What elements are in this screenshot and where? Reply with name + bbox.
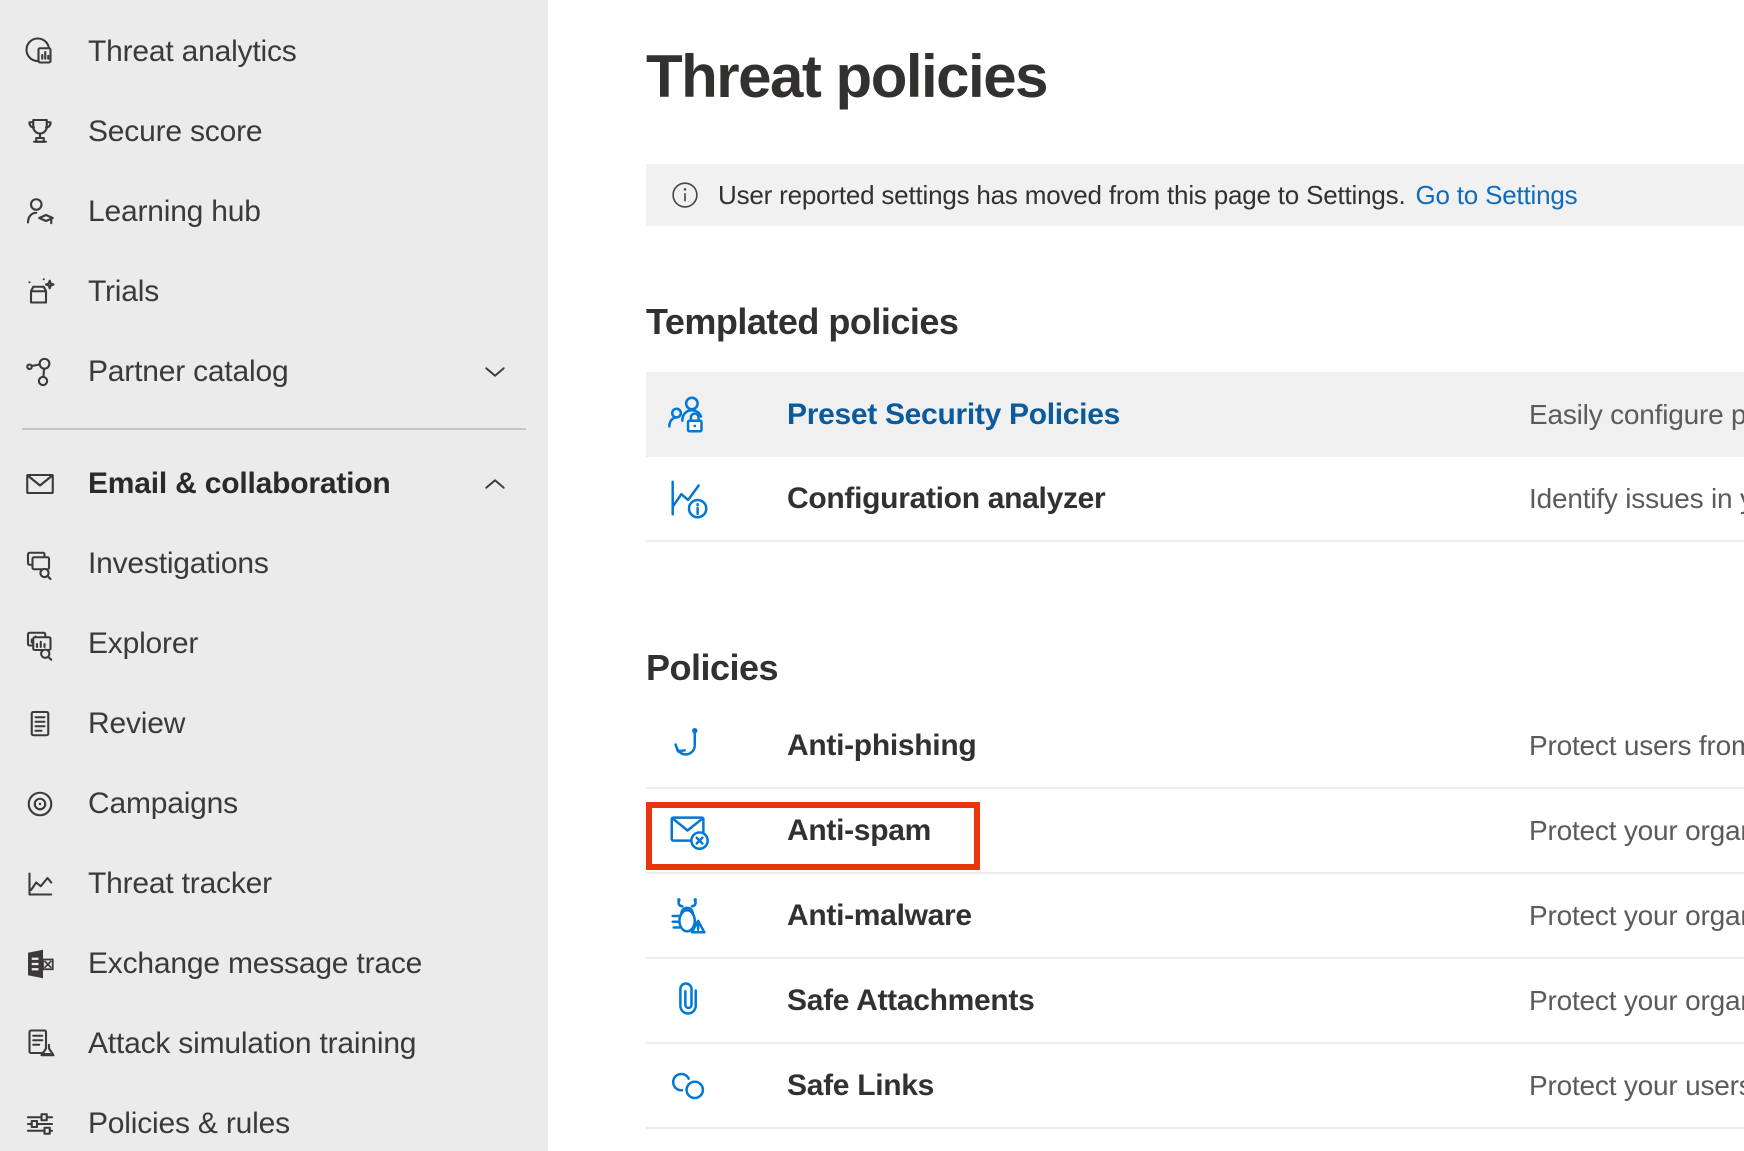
sidebar-item-label: Threat tracker [88, 867, 272, 901]
chevron-down-icon [480, 357, 510, 387]
sidebar-item-label: Threat analytics [88, 35, 297, 69]
sidebar-item-secure-score[interactable]: Secure score [0, 92, 548, 172]
info-banner-text: User reported settings has moved from th… [718, 180, 1405, 211]
sidebar-item-trials[interactable]: Trials [0, 252, 548, 332]
go-to-settings-link[interactable]: Go to Settings [1415, 180, 1577, 211]
investigations-icon [22, 546, 58, 582]
chevron-up-icon [480, 469, 510, 499]
exchange-message-trace-icon [22, 946, 58, 982]
policy-row-label: Safe Links [787, 1069, 934, 1103]
policy-row-label: Anti-spam [787, 814, 931, 848]
learning-hub-icon [22, 194, 58, 230]
trials-icon [22, 274, 58, 310]
explorer-icon [22, 626, 58, 662]
info-banner: User reported settings has moved from th… [646, 164, 1744, 226]
sidebar-item-label: Email & collaboration [88, 467, 391, 501]
sidebar-item-threat-analytics[interactable]: Threat analytics [0, 12, 548, 92]
sidebar-item-label: Policies & rules [88, 1107, 290, 1141]
sidebar-item-policies-rules[interactable]: Policies & rules [0, 1084, 548, 1151]
policy-row-description: Protect your organiz [1529, 985, 1744, 1017]
threat-analytics-icon [22, 34, 58, 70]
sidebar-item-learning-hub[interactable]: Learning hub [0, 172, 548, 252]
policy-row-anti-malware[interactable]: Anti-malware Protect your organiz [646, 874, 1744, 959]
info-icon [670, 180, 700, 210]
safe-links-icon [666, 1063, 712, 1109]
sidebar-item-email-collaboration[interactable]: Email & collaboration [0, 444, 548, 524]
anti-malware-icon [666, 893, 712, 939]
sidebar-item-label: Trials [88, 275, 159, 309]
sidebar: Threat analytics Secure score Learning hub… [0, 0, 548, 1151]
sidebar-item-label: Learning hub [88, 195, 261, 229]
sidebar-item-threat-tracker[interactable]: Threat tracker [0, 844, 548, 924]
policy-row-preset-security-policies[interactable]: Preset Security Policies Easily configure… [646, 372, 1744, 457]
sidebar-item-label: Attack simulation training [88, 1027, 416, 1061]
sidebar-item-label: Explorer [88, 627, 198, 661]
sidebar-item-attack-simulation-training[interactable]: Attack simulation training [0, 1004, 548, 1084]
sidebar-item-label: Campaigns [88, 787, 238, 821]
sidebar-divider [22, 428, 526, 430]
policy-row-description: Protect your users fr [1529, 1070, 1744, 1102]
sidebar-item-label: Review [88, 707, 185, 741]
sidebar-item-campaigns[interactable]: Campaigns [0, 764, 548, 844]
section-rows: Preset Security Policies Easily configure… [646, 372, 1744, 542]
sidebar-item-label: Exchange message trace [88, 947, 422, 981]
sidebar-item-investigations[interactable]: Investigations [0, 524, 548, 604]
anti-spam-icon [666, 808, 712, 854]
sidebar-item-exchange-message-trace[interactable]: Exchange message trace [0, 924, 548, 1004]
partner-catalog-icon [22, 354, 58, 390]
safe-attachments-icon [666, 978, 712, 1024]
section-heading: Templated policies [646, 300, 1744, 344]
policy-row-configuration-analyzer[interactable]: Configuration analyzer Identify issues in… [646, 457, 1744, 542]
sidebar-item-explorer[interactable]: Explorer [0, 604, 548, 684]
policy-row-description: Protect users from p [1529, 730, 1744, 762]
policy-row-description: Protect your organiz [1529, 900, 1744, 932]
policy-row-safe-links[interactable]: Safe Links Protect your users fr [646, 1044, 1744, 1129]
policy-row-label: Anti-malware [787, 899, 972, 933]
policy-row-description: Easily configure prot [1529, 399, 1744, 431]
section-policies: Policies Anti-phishing Protect users from … [646, 646, 1744, 1129]
policy-row-label: Configuration analyzer [787, 482, 1105, 516]
policy-row-anti-phishing[interactable]: Anti-phishing Protect users from p [646, 704, 1744, 789]
policy-row-anti-spam[interactable]: Anti-spam Protect your organiz [646, 789, 1744, 874]
section-heading: Policies [646, 646, 1744, 690]
sidebar-item-label: Partner catalog [88, 355, 288, 389]
section-rows: Anti-phishing Protect users from p Anti-sp… [646, 704, 1744, 1129]
secure-score-icon [22, 114, 58, 150]
sidebar-item-label: Secure score [88, 115, 262, 149]
sidebar-nav: Threat analytics Secure score Learning hub… [0, 12, 548, 1151]
policy-row-description: Identify issues in you [1529, 483, 1744, 515]
sidebar-item-label: Investigations [88, 547, 269, 581]
sidebar-item-partner-catalog[interactable]: Partner catalog [0, 332, 548, 412]
policies-rules-icon [22, 1106, 58, 1142]
preset-security-policies-icon [666, 392, 712, 438]
sidebar-item-review[interactable]: Review [0, 684, 548, 764]
campaigns-icon [22, 786, 58, 822]
policy-row-description: Protect your organiz [1529, 815, 1744, 847]
main-content: Threat policies User reported settings h… [548, 0, 1744, 1151]
attack-simulation-training-icon [22, 1026, 58, 1062]
threat-tracker-icon [22, 866, 58, 902]
review-icon [22, 706, 58, 742]
policy-row-label[interactable]: Preset Security Policies [787, 398, 1120, 432]
policy-sections: Templated policies Preset Security Polici… [646, 300, 1744, 1129]
email-collaboration-icon [22, 466, 58, 502]
policy-row-safe-attachments[interactable]: Safe Attachments Protect your organiz [646, 959, 1744, 1044]
section-templated-policies: Templated policies Preset Security Polici… [646, 300, 1744, 542]
anti-phishing-icon [666, 723, 712, 769]
page-title: Threat policies [646, 44, 1744, 110]
policy-row-label: Safe Attachments [787, 984, 1035, 1018]
app-window: Threat analytics Secure score Learning hub… [0, 0, 1744, 1151]
configuration-analyzer-icon [666, 476, 712, 522]
policy-row-label: Anti-phishing [787, 729, 976, 763]
